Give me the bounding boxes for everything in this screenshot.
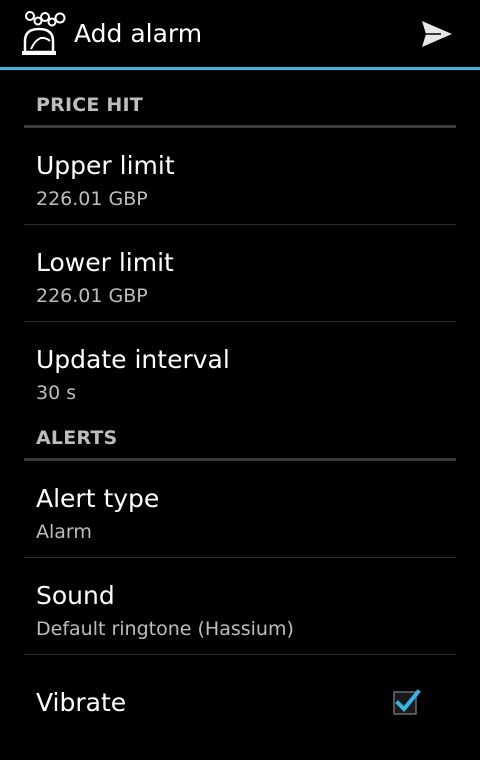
alarm-bell-app-icon[interactable] — [20, 8, 70, 58]
section-header-price-hit: PRICE HIT — [0, 70, 480, 128]
pref-summary: Alarm — [36, 521, 92, 543]
pref-summary: 30 s — [36, 382, 77, 404]
pref-update-interval[interactable]: Update interval 30 s — [0, 322, 480, 405]
vibrate-checkbox[interactable] — [393, 689, 421, 715]
add-alarm-screen: Add alarm PRICE HIT Upper limit 226.01 G… — [0, 0, 480, 760]
pref-alert-type[interactable]: Alert type Alarm — [0, 461, 480, 558]
pref-title: Upper limit — [36, 151, 175, 180]
checkmark-icon — [393, 689, 421, 715]
action-bar: Add alarm — [0, 0, 480, 70]
preferences-list: PRICE HIT Upper limit 226.01 GBP Lower l… — [0, 70, 480, 752]
pref-lower-limit[interactable]: Lower limit 226.01 GBP — [0, 225, 480, 322]
pref-upper-limit[interactable]: Upper limit 226.01 GBP — [0, 128, 480, 225]
pref-summary: Default ringtone (Hassium) — [36, 618, 294, 640]
section-header-label: ALERTS — [36, 427, 118, 449]
pref-vibrate[interactable]: Vibrate — [0, 655, 480, 752]
send-button[interactable] — [414, 14, 460, 54]
send-icon — [422, 21, 452, 47]
section-header-label: PRICE HIT — [36, 94, 143, 116]
pref-title: Vibrate — [36, 688, 127, 717]
pref-title: Lower limit — [36, 248, 174, 277]
page-title: Add alarm — [74, 19, 203, 48]
pref-summary: 226.01 GBP — [36, 285, 148, 307]
pref-sound[interactable]: Sound Default ringtone (Hassium) — [0, 558, 480, 655]
section-header-alerts: ALERTS — [0, 405, 480, 461]
pref-title: Update interval — [36, 345, 230, 374]
pref-title: Alert type — [36, 484, 160, 513]
pref-summary: 226.01 GBP — [36, 188, 148, 210]
pref-title: Sound — [36, 581, 115, 610]
